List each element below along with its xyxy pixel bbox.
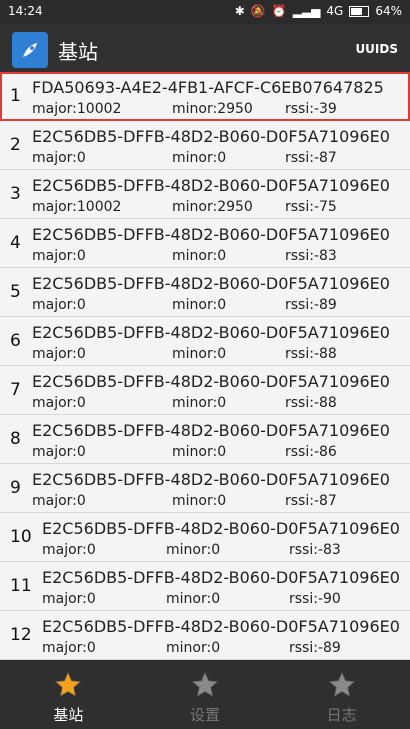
beacon-minor: minor:0 [172,248,227,264]
beacon-major: major:0 [32,248,86,264]
beacon-index: 7 [10,380,21,400]
beacon-minor: minor:0 [172,150,227,166]
nav-label: 基站 [53,706,84,724]
page-title: 基站 [58,40,98,64]
beacon-major: major:0 [32,444,86,460]
beacon-uuid: E2C56DB5-DFFB-48D2-B060-D0F5A71096E0 [32,274,390,293]
beacon-row[interactable]: 2 E2C56DB5-DFFB-48D2-B060-D0F5A71096E0 maj… [0,121,410,170]
beacon-uuid: E2C56DB5-DFFB-48D2-B060-D0F5A71096E0 [32,470,390,489]
beacon-minor: minor:0 [172,297,227,313]
beacon-uuid: E2C56DB5-DFFB-48D2-B060-D0F5A71096E0 [32,225,390,244]
status-time: 14:24 [8,4,43,18]
beacon-index: 5 [10,282,21,302]
beacon-rssi: rssi:-88 [285,395,337,411]
beacon-rssi: rssi:-89 [289,640,341,656]
star-icon [54,671,82,698]
star-icon [328,671,356,698]
beacon-uuid: E2C56DB5-DFFB-48D2-B060-D0F5A71096E0 [42,519,400,538]
beacon-rssi: rssi:-86 [285,444,337,460]
signal-icon: ▂▃▅ [292,4,321,18]
bluetooth-icon: ✱ [234,4,245,18]
beacon-rssi: rssi:-87 [285,493,337,509]
beacon-uuid: E2C56DB5-DFFB-48D2-B060-D0F5A71096E0 [42,617,400,636]
beacon-major: major:10002 [32,101,122,117]
battery-percent: 64% [375,4,402,18]
beacon-rssi: rssi:-75 [285,199,337,215]
uuids-button[interactable]: UUIDS [355,42,398,56]
beacon-row[interactable]: 6 E2C56DB5-DFFB-48D2-B060-D0F5A71096E0 maj… [0,317,410,366]
beacon-index: 10 [10,527,32,547]
beacon-row[interactable]: 4 E2C56DB5-DFFB-48D2-B060-D0F5A71096E0 maj… [0,219,410,268]
beacon-row[interactable]: 7 E2C56DB5-DFFB-48D2-B060-D0F5A71096E0 maj… [0,366,410,415]
beacon-row[interactable]: 9 E2C56DB5-DFFB-48D2-B060-D0F5A71096E0 maj… [0,464,410,513]
star-icon [191,671,219,698]
beacon-minor: minor:0 [172,346,227,362]
beacon-minor: minor:2950 [172,199,253,215]
beacon-uuid: E2C56DB5-DFFB-48D2-B060-D0F5A71096E0 [32,176,390,195]
beacon-list[interactable]: 1 FDA50693-A4E2-4FB1-AFCF-C6EB07647825 maj… [0,72,410,660]
beacon-minor: minor:0 [166,640,221,656]
beacon-row[interactable]: 11 E2C56DB5-DFFB-48D2-B060-D0F5A71096E0 ma… [0,562,410,611]
beacon-rssi: rssi:-83 [289,542,341,558]
beacon-index: 11 [10,576,32,596]
nav-label: 设置 [190,706,221,724]
nav-tab-log[interactable]: 日志 [273,660,410,729]
beacon-index: 3 [10,184,21,204]
beacon-row[interactable]: 10 E2C56DB5-DFFB-48D2-B060-D0F5A71096E0 ma… [0,513,410,562]
beacon-row[interactable]: 8 E2C56DB5-DFFB-48D2-B060-D0F5A71096E0 maj… [0,415,410,464]
nav-tab-stations[interactable]: 基站 [0,660,137,729]
beacon-uuid: E2C56DB5-DFFB-48D2-B060-D0F5A71096E0 [32,127,390,146]
beacon-index: 1 [10,86,21,106]
beacon-rssi: rssi:-90 [289,591,341,607]
beacon-minor: minor:0 [172,395,227,411]
alarm-icon: ⏰ [271,4,287,18]
battery-fill [351,7,362,15]
beacon-rssi: rssi:-88 [285,346,337,362]
beacon-index: 4 [10,233,21,253]
beacon-major: major:0 [32,346,86,362]
nav-tab-settings[interactable]: 设置 [137,660,274,729]
status-icons: ✱ 🔕 ⏰ ▂▃▅ 4G 64% [235,4,402,18]
beacon-uuid: E2C56DB5-DFFB-48D2-B060-D0F5A71096E0 [32,372,390,391]
bottom-nav: 基站 设置 日志 [0,660,410,729]
beacon-rssi: rssi:-39 [285,101,337,117]
beacon-index: 6 [10,331,21,351]
beacon-row[interactable]: 1 FDA50693-A4E2-4FB1-AFCF-C6EB07647825 maj… [0,72,410,121]
battery-icon [349,5,370,17]
beacon-index: 2 [10,135,21,155]
rocket-icon [12,32,48,68]
nav-label: 日志 [326,706,357,724]
beacon-major: major:0 [32,297,86,313]
beacon-row[interactable]: 12 E2C56DB5-DFFB-48D2-B060-D0F5A71096E0 ma… [0,611,410,660]
beacon-major: major:10002 [32,199,122,215]
beacon-uuid: FDA50693-A4E2-4FB1-AFCF-C6EB07647825 [32,78,384,97]
mute-icon: 🔕 [250,4,266,18]
beacon-index: 9 [10,478,21,498]
beacon-major: major:0 [42,542,96,558]
beacon-uuid: E2C56DB5-DFFB-48D2-B060-D0F5A71096E0 [32,421,390,440]
beacon-minor: minor:0 [166,542,221,558]
beacon-major: major:0 [42,640,96,656]
beacon-index: 8 [10,429,21,449]
beacon-major: major:0 [32,150,86,166]
network-type: 4G [326,4,344,18]
beacon-rssi: rssi:-87 [285,150,337,166]
beacon-uuid: E2C56DB5-DFFB-48D2-B060-D0F5A71096E0 [42,568,400,587]
beacon-row[interactable]: 5 E2C56DB5-DFFB-48D2-B060-D0F5A71096E0 maj… [0,268,410,317]
status-bar: 14:24 ✱ 🔕 ⏰ ▂▃▅ 4G 64% [0,0,410,24]
beacon-major: major:0 [32,395,86,411]
beacon-minor: minor:0 [172,493,227,509]
beacon-rssi: rssi:-89 [285,297,337,313]
beacon-major: major:0 [32,493,86,509]
beacon-major: major:0 [42,591,96,607]
beacon-minor: minor:0 [172,444,227,460]
app-bar: 基站 UUIDS [0,24,410,76]
beacon-row[interactable]: 3 E2C56DB5-DFFB-48D2-B060-D0F5A71096E0 maj… [0,170,410,219]
beacon-minor: minor:0 [166,591,221,607]
rocket-glyph [23,43,37,57]
beacon-uuid: E2C56DB5-DFFB-48D2-B060-D0F5A71096E0 [32,323,390,342]
beacon-minor: minor:2950 [172,101,253,117]
beacon-index: 12 [10,625,32,645]
beacon-rssi: rssi:-83 [285,248,337,264]
